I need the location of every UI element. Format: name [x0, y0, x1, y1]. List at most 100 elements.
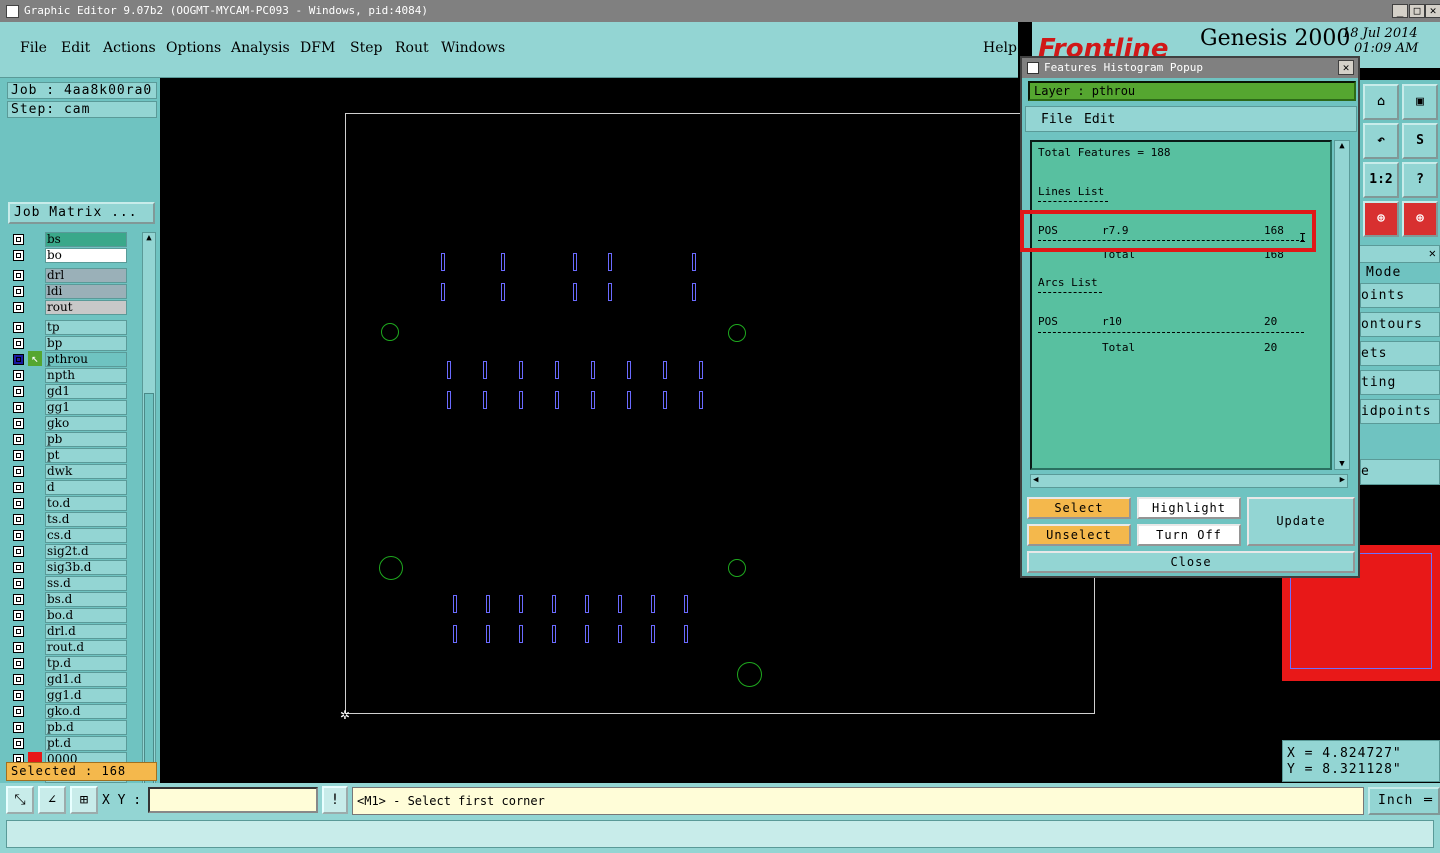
home-icon[interactable]: ⌂	[1363, 84, 1399, 120]
mode-midpoints[interactable]: idpoints	[1360, 399, 1440, 424]
menu-actions[interactable]: Actions	[103, 40, 156, 56]
layer-checkbox[interactable]	[13, 338, 24, 349]
layer-checkbox[interactable]	[13, 562, 24, 573]
layer-row[interactable]: d	[10, 480, 130, 495]
layer-checkbox[interactable]	[13, 610, 24, 621]
layer-checkbox[interactable]	[13, 658, 24, 669]
close-button[interactable]: Close	[1027, 551, 1355, 573]
mode-e-item[interactable]: e	[1360, 459, 1440, 485]
mode-nets[interactable]: ets	[1360, 341, 1440, 366]
layer-checkbox[interactable]	[13, 270, 24, 281]
minimize-button[interactable]: _	[1392, 4, 1408, 18]
layer-checkbox[interactable]	[13, 498, 24, 509]
layer-row[interactable]: bo	[10, 248, 130, 263]
layer-checkbox[interactable]	[13, 250, 24, 261]
layer-checkbox[interactable]	[13, 450, 24, 461]
units-selector[interactable]: Inch ═	[1368, 787, 1440, 815]
popup-menu-file[interactable]: File	[1041, 112, 1072, 127]
menu-analysis[interactable]: Analysis	[231, 40, 290, 56]
layer-checkbox[interactable]	[13, 626, 24, 637]
layer-row[interactable]: bs	[10, 232, 130, 247]
layer-row[interactable]: rout	[10, 300, 130, 315]
layer-row[interactable]: gg1	[10, 400, 130, 415]
layer-row[interactable]: drl.d	[10, 624, 130, 639]
layer-checkbox[interactable]	[13, 386, 24, 397]
update-button[interactable]: Update	[1247, 497, 1355, 546]
layer-checkbox[interactable]	[13, 706, 24, 717]
layer-row[interactable]: pt	[10, 448, 130, 463]
layer-row[interactable]: sig3b.d	[10, 560, 130, 575]
layer-row[interactable]: gd1.d	[10, 672, 130, 687]
layer-checkbox[interactable]	[13, 530, 24, 541]
mode-contours[interactable]: ontours	[1360, 312, 1440, 337]
close-window-button[interactable]: ✕	[1425, 4, 1440, 18]
popup-close-icon[interactable]: ✕	[1338, 60, 1354, 75]
layer-checkbox[interactable]	[13, 302, 24, 313]
layer-checkbox[interactable]	[13, 234, 24, 245]
popup-scroll-up-icon[interactable]: ▲	[1335, 141, 1349, 151]
layer-checkbox[interactable]	[13, 286, 24, 297]
layer-row[interactable]: dwk	[10, 464, 130, 479]
layer-row[interactable]: ↖⊞pthrou	[10, 351, 130, 367]
menu-step[interactable]: Step	[350, 40, 382, 56]
layer-row[interactable]: sig2t.d	[10, 544, 130, 559]
layer-row[interactable]: bo.d	[10, 608, 130, 623]
angle-icon[interactable]: ∠	[38, 786, 66, 814]
layer-checkbox[interactable]	[13, 402, 24, 413]
layer-checkbox[interactable]	[13, 434, 24, 445]
layer-checkbox[interactable]	[13, 594, 24, 605]
layer-row[interactable]: rout.d	[10, 640, 130, 655]
grid-icon[interactable]: ⊞	[70, 786, 98, 814]
layer-checkbox[interactable]	[13, 674, 24, 685]
menu-help[interactable]: Help	[983, 40, 1017, 56]
help-question-icon[interactable]: ?	[1402, 162, 1438, 198]
layer-row[interactable]: drl	[10, 268, 130, 283]
layer-row[interactable]: to.d	[10, 496, 130, 511]
popup-vertical-scrollbar[interactable]: ▲ ▼	[1334, 140, 1350, 470]
layer-checkbox[interactable]	[13, 578, 24, 589]
layer-checkbox[interactable]	[13, 546, 24, 557]
layer-row[interactable]: npth	[10, 368, 130, 383]
layer-checkbox[interactable]	[13, 354, 24, 365]
layer-checkbox[interactable]	[13, 738, 24, 749]
layer-row[interactable]: ldi	[10, 284, 130, 299]
snap-icon[interactable]: ⊕	[1363, 201, 1399, 237]
layer-row[interactable]: ts.d	[10, 512, 130, 527]
layer-row[interactable]: pb	[10, 432, 130, 447]
job-matrix-button[interactable]: Job Matrix ...	[8, 202, 155, 224]
layer-row[interactable]: bs.d	[10, 592, 130, 607]
layer-checkbox[interactable]	[13, 418, 24, 429]
redo-icon[interactable]: S	[1402, 123, 1438, 159]
layer-checkbox[interactable]	[13, 482, 24, 493]
layer-row[interactable]: cs.d	[10, 528, 130, 543]
snap-alt-icon[interactable]: ⊕	[1402, 201, 1438, 237]
layer-checkbox[interactable]	[13, 690, 24, 701]
menu-rout[interactable]: Rout	[395, 40, 429, 56]
layer-checkbox[interactable]	[13, 322, 24, 333]
menu-edit[interactable]: Edit	[61, 40, 90, 56]
window-icon[interactable]: ▣	[1402, 84, 1438, 120]
layer-checkbox[interactable]	[13, 642, 24, 653]
layer-row[interactable]: bp	[10, 336, 130, 351]
menu-file[interactable]: File	[20, 40, 47, 56]
hidden-panel-close-icon[interactable]: ✕	[1429, 246, 1436, 260]
layer-checkbox[interactable]	[13, 370, 24, 381]
alert-icon[interactable]: !	[322, 786, 348, 814]
popup-horizontal-scrollbar[interactable]: ◀ ▶	[1030, 474, 1348, 488]
scroll-thumb[interactable]	[144, 393, 154, 813]
popup-scroll-left-icon[interactable]: ◀	[1033, 475, 1038, 485]
layer-row[interactable]: tp	[10, 320, 130, 335]
popup-scroll-right-icon[interactable]: ▶	[1340, 475, 1345, 485]
undo-icon[interactable]: ↶	[1363, 123, 1399, 159]
layer-row[interactable]: ss.d	[10, 576, 130, 591]
layer-row[interactable]: gg1.d	[10, 688, 130, 703]
layer-checkbox[interactable]	[13, 466, 24, 477]
layer-checkbox[interactable]	[13, 514, 24, 525]
menu-options[interactable]: Options	[166, 40, 221, 56]
xy-input[interactable]	[148, 787, 318, 813]
mode-points[interactable]: oints	[1360, 283, 1440, 308]
mode-setting[interactable]: ting	[1360, 370, 1440, 395]
measure-icon[interactable]: ⤡	[6, 786, 34, 814]
menu-dfm[interactable]: DFM	[300, 40, 335, 56]
layer-row[interactable]: gko	[10, 416, 130, 431]
